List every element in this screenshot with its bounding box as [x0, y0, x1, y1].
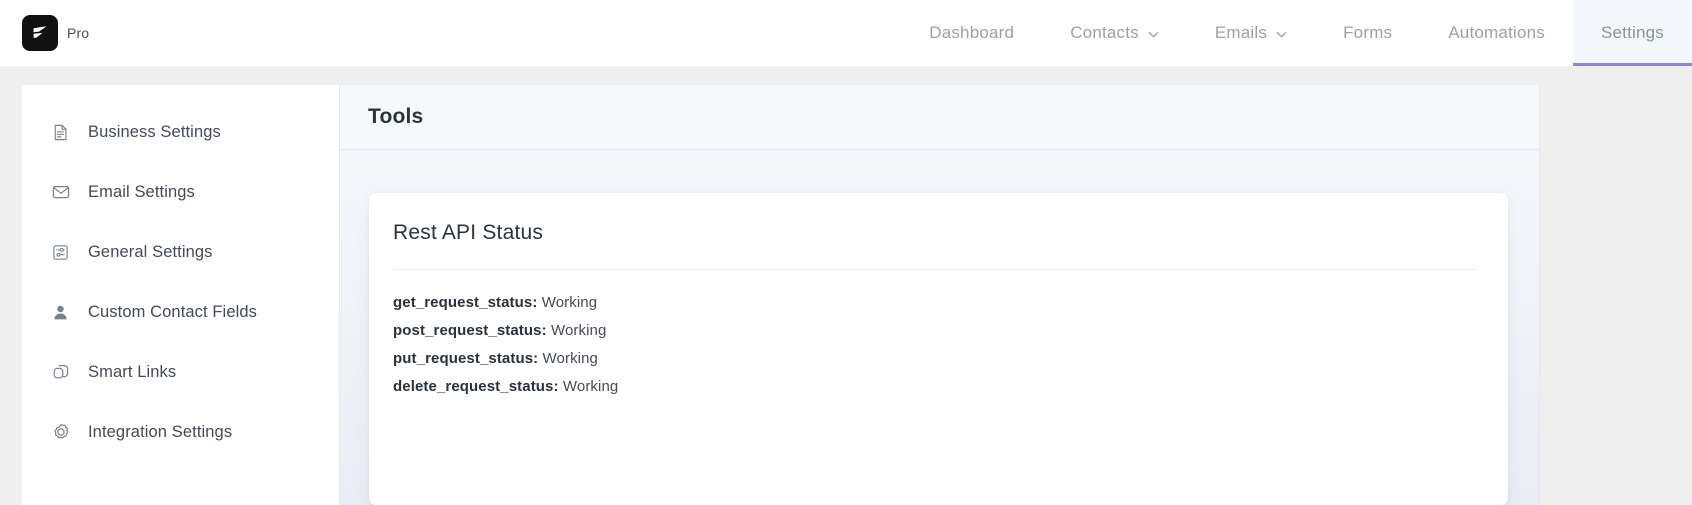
nav-item-label: Forms	[1343, 23, 1393, 42]
sidebar-item-custom-contact-fields[interactable]: Custom Contact Fields	[22, 282, 339, 342]
main-content: Tools Rest API Status get_request_status…	[340, 85, 1540, 505]
sidebar-item-integration-settings[interactable]: Integration Settings	[22, 402, 339, 462]
status-row: put_request_status: Working	[393, 345, 1478, 373]
rest-api-status-list: get_request_status: Working post_request…	[393, 270, 1478, 401]
chevron-down-icon	[1276, 29, 1287, 40]
status-value: Working	[551, 322, 607, 339]
envelope-icon	[50, 182, 71, 203]
status-value: Working	[542, 350, 598, 367]
nav-item-dashboard[interactable]: Dashboard	[901, 0, 1042, 66]
main-body: Rest API Status get_request_status: Work…	[340, 150, 1539, 505]
nav-item-label: Settings	[1600, 23, 1664, 42]
sidebar-item-label: General Settings	[88, 242, 213, 261]
status-key: get_request_status:	[393, 294, 538, 311]
status-key: put_request_status:	[393, 350, 539, 367]
nav-item-emails[interactable]: Emails	[1187, 0, 1315, 66]
sidebar-item-label: Email Settings	[88, 182, 195, 201]
nav-item-contacts[interactable]: Contacts	[1042, 0, 1187, 66]
sidebar-item-label: Integration Settings	[88, 422, 233, 441]
gear-icon	[50, 422, 71, 443]
brand-label: Pro	[67, 25, 90, 41]
sliders-panel-icon	[50, 242, 71, 263]
top-header-bar: Pro Dashboard Contacts Emails Forms Auto…	[0, 0, 1692, 66]
nav-item-label: Contacts	[1070, 23, 1139, 42]
status-value: Working	[562, 378, 619, 395]
link-chain-icon	[50, 362, 71, 383]
flashy-f-logo-icon	[22, 15, 58, 51]
sidebar-item-business-settings[interactable]: Business Settings	[22, 102, 339, 162]
nav-item-automations[interactable]: Automations	[1420, 0, 1573, 66]
sidebar-item-general-settings[interactable]: General Settings	[22, 222, 339, 282]
main-header: Tools	[340, 85, 1539, 150]
main-navigation: Dashboard Contacts Emails Forms Automati…	[901, 0, 1692, 66]
nav-item-label: Automations	[1448, 23, 1545, 42]
sidebar-item-label: Custom Contact Fields	[88, 302, 257, 321]
status-key: post_request_status:	[393, 322, 547, 339]
sidebar-item-smart-links[interactable]: Smart Links	[22, 342, 339, 402]
card-title: Rest API Status	[393, 221, 1478, 270]
sidebar-item-label: Smart Links	[88, 362, 177, 381]
status-value: Working	[541, 294, 598, 311]
page-title: Tools	[368, 105, 424, 128]
status-row: get_request_status: Working	[393, 289, 1478, 317]
nav-item-label: Emails	[1214, 23, 1268, 42]
rest-api-status-card: Rest API Status get_request_status: Work…	[369, 193, 1508, 505]
nav-item-label: Dashboard	[929, 23, 1015, 42]
status-row: post_request_status: Working	[393, 317, 1478, 345]
sidebar-item-email-settings[interactable]: Email Settings	[22, 162, 339, 222]
nav-item-forms[interactable]: Forms	[1315, 0, 1420, 66]
sidebar-item-label: Business Settings	[88, 122, 221, 141]
document-icon	[50, 122, 71, 143]
person-icon	[50, 302, 71, 323]
status-key: delete_request_status:	[393, 378, 559, 395]
page-body: Business Settings Email Settings General…	[0, 66, 1692, 505]
nav-item-settings[interactable]: Settings	[1572, 0, 1692, 66]
brand[interactable]: Pro	[0, 0, 89, 66]
status-row: delete_request_status: Working	[393, 373, 1478, 401]
settings-sidebar: Business Settings Email Settings General…	[22, 85, 340, 505]
chevron-down-icon	[1148, 29, 1159, 40]
